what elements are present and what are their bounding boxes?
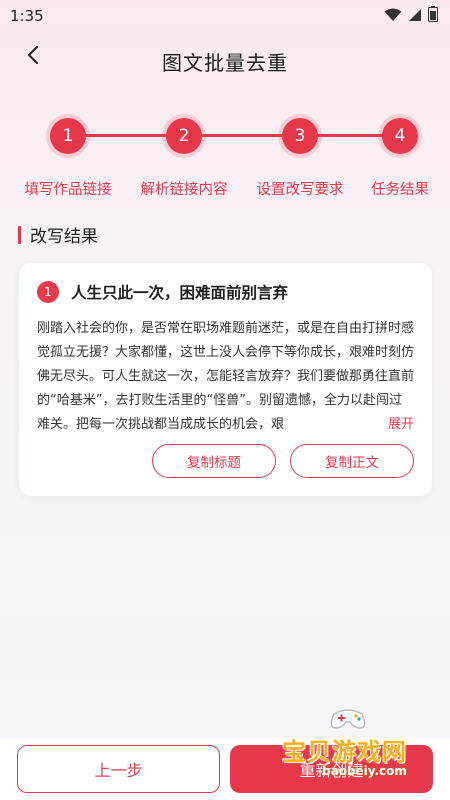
section-title-text: 改写结果 [30,227,98,247]
gamepad-icon [328,706,368,736]
step-4: 4 任务结果 [345,118,450,199]
header: 图文批量去重 [0,38,450,84]
section-title: 改写结果 [18,222,98,247]
back-button[interactable] [18,42,48,72]
result-title: 人生只此一次，困难面前别言弃 [71,284,289,302]
result-number-badge: 1 [37,281,59,303]
page-title: 图文批量去重 [162,50,288,75]
result-body: 刚踏入社会的你，是否常在职场难题前迷茫，或是在自由打拼时感觉孤立无援？大家都懂，… [37,317,414,437]
signal-icon [408,7,422,26]
battery-icon [428,6,438,26]
previous-step-button[interactable]: 上一步 [17,745,220,793]
result-card: 1 人生只此一次，困难面前别言弃 刚踏入社会的你，是否常在职场难题前迷茫，或是在… [19,263,432,496]
result-card-header: 1 人生只此一次，困难面前别言弃 [37,281,414,303]
step-3: 3 设置改写要求 [245,118,355,199]
card-actions: 复制标题 复制正文 [152,444,414,478]
step-2: 2 解析链接内容 [129,118,239,199]
back-arrow-icon [26,45,40,69]
step-number: 3 [282,118,318,154]
step-label: 填写作品链接 [24,182,112,198]
step-label: 任务结果 [371,182,429,198]
step-label: 设置改写要求 [256,182,344,198]
step-number: 1 [50,118,86,154]
step-number: 2 [166,118,202,154]
recreate-button[interactable]: 重新创建 [230,745,433,793]
step-1: 1 填写作品链接 [13,118,123,199]
step-label: 解析链接内容 [140,182,228,198]
status-bar: 1:35 [0,0,450,32]
status-icons [384,6,438,26]
section-marker [18,225,21,244]
wifi-icon [384,7,402,26]
copy-title-button[interactable]: 复制标题 [152,444,276,478]
step-number: 4 [382,118,418,154]
result-body-text: 刚踏入社会的你，是否常在职场难题前迷茫，或是在自由打拼时感觉孤立无援？大家都懂，… [37,321,414,432]
status-time: 1:35 [10,7,44,25]
expand-link[interactable]: 展开 [383,413,414,437]
copy-body-button[interactable]: 复制正文 [290,444,414,478]
progress-steps: 1 填写作品链接 2 解析链接内容 3 设置改写要求 4 任务结果 [0,118,450,208]
bottom-bar: 上一步 重新创建 [0,738,450,800]
